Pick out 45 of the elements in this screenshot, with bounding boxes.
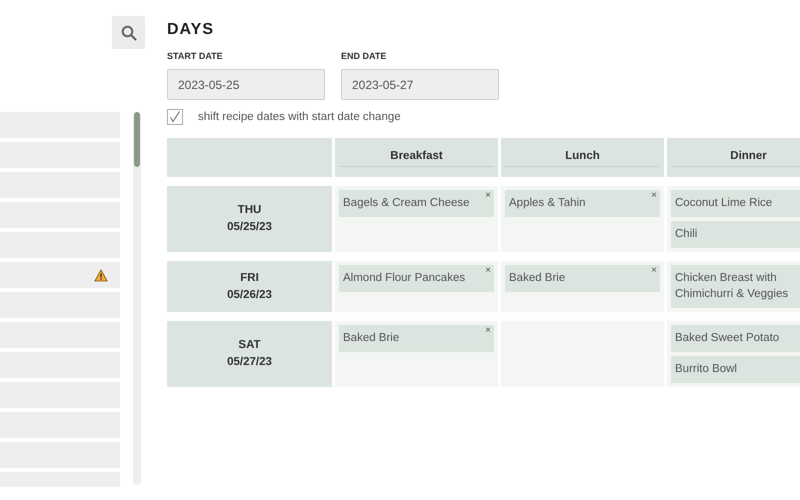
recipe-chip[interactable]: Baked Brie × xyxy=(339,325,494,352)
section-title: DAYS xyxy=(167,20,215,40)
checkbox[interactable] xyxy=(167,109,183,125)
recipe-chip[interactable]: Bagels & Cream Cheese × xyxy=(339,190,494,217)
weekday-label: FRI xyxy=(240,270,259,286)
field-label: START DATE xyxy=(167,50,224,62)
remove-button[interactable]: × xyxy=(651,265,657,277)
date-field[interactable]: 2023-05-25 xyxy=(167,69,325,100)
recipe-name: Chicken Breast with Chimichurri & Veggies xyxy=(675,272,788,300)
column-header: Dinner xyxy=(671,150,800,167)
recipe-chip[interactable]: Burrito Bowl xyxy=(671,356,800,383)
recipe-name: Almond Flour Pancakes xyxy=(343,272,466,284)
recipe-chip[interactable]: Chicken Breast with Chimichurri & Veggies xyxy=(671,265,800,308)
checkbox-label: shift recipe dates with start date change xyxy=(198,111,401,123)
column-header: Lunch xyxy=(505,150,660,167)
list-item[interactable] xyxy=(0,262,120,288)
recipe-chip[interactable]: Chili xyxy=(671,221,800,248)
recipe-chip[interactable]: Almond Flour Pancakes × xyxy=(339,265,494,292)
recipe-chip[interactable]: Baked Sweet Potato xyxy=(671,325,800,352)
remove-button[interactable]: × xyxy=(651,190,657,202)
date-label: 05/27/23 xyxy=(227,355,272,370)
recipe-chip[interactable]: Apples & Tahin × xyxy=(505,190,660,217)
recipe-chip[interactable]: Coconut Lime Rice xyxy=(671,190,800,217)
field-label: END DATE xyxy=(341,50,388,62)
remove-button[interactable]: × xyxy=(485,190,491,202)
column-header: Breakfast xyxy=(339,150,494,167)
search-icon xyxy=(120,24,136,40)
recipe-chip[interactable]: Baked Brie × xyxy=(505,265,660,292)
recipe-name: Burrito Bowl xyxy=(675,363,737,375)
date-label: 05/25/23 xyxy=(227,220,272,235)
recipe-name: Baked Sweet Potato xyxy=(675,332,780,344)
date-field[interactable]: 2023-05-27 xyxy=(341,69,499,100)
recipe-name: Chili xyxy=(675,228,698,240)
remove-button[interactable]: × xyxy=(485,265,491,277)
date-label: 05/26/23 xyxy=(227,288,272,302)
weekday-label: THU xyxy=(238,203,262,218)
recipe-name: Bagels & Cream Cheese xyxy=(343,197,470,209)
remove-button[interactable]: × xyxy=(485,325,491,337)
recipe-name: Coconut Lime Rice xyxy=(675,197,772,209)
scrollbar[interactable] xyxy=(133,112,141,485)
weekday-label: SAT xyxy=(238,338,261,353)
recipe-name: Baked Brie xyxy=(509,272,566,284)
recipe-name: Baked Brie xyxy=(343,332,400,344)
recipe-name: Apples & Tahin xyxy=(509,197,586,209)
search-button[interactable] xyxy=(112,16,145,49)
